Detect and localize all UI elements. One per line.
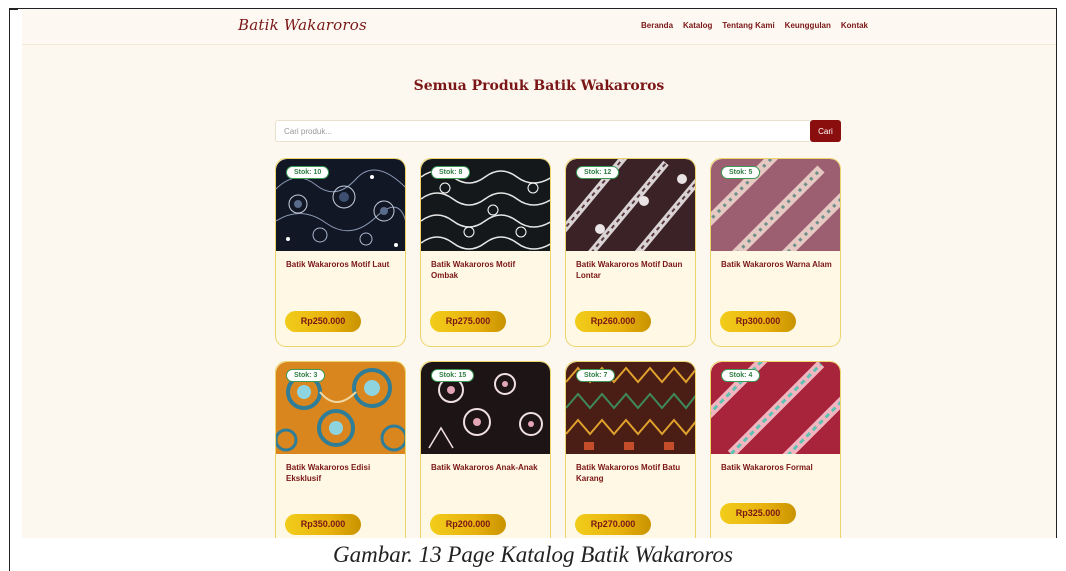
price-badge: Rp275.000 — [430, 311, 506, 332]
product-card[interactable]: Stok: 5 Batik Wakaroros Warna Alam Rp300… — [710, 158, 841, 347]
stock-badge: Stok: 4 — [721, 369, 761, 382]
nav-link-katalog[interactable]: Katalog — [683, 21, 712, 30]
price-badge: Rp200.000 — [430, 514, 506, 535]
brand-logo[interactable]: Batik Wakaroros — [238, 16, 367, 34]
product-name: Batik Wakaroros Anak-Anak — [431, 463, 538, 472]
document-frame-tick — [9, 8, 18, 10]
product-name: Batik Wakaroros Motif Laut — [286, 260, 390, 269]
product-name: Batik Wakaroros Warna Alam — [721, 260, 832, 269]
search-input[interactable] — [275, 120, 810, 142]
price-badge: Rp250.000 — [285, 311, 361, 332]
navbar: Batik Wakaroros Beranda Katalog Tentang … — [22, 9, 1056, 45]
nav-link-keunggulan[interactable]: Keunggulan — [785, 21, 831, 30]
product-card[interactable]: Stok: 12 Batik Wakaroros Motif Daun Lont… — [565, 158, 696, 347]
product-name: Batik Wakaroros Motif Ombak — [431, 260, 516, 280]
price-badge: Rp350.000 — [285, 514, 361, 535]
nav-link-beranda[interactable]: Beranda — [641, 21, 673, 30]
product-name: Batik Wakaroros Motif Batu Karang — [576, 463, 681, 483]
product-name: Batik Wakaroros Edisi Eksklusif — [286, 463, 371, 483]
price-badge: Rp270.000 — [575, 514, 651, 535]
product-card[interactable]: Stok: 8 Batik Wakaroros Motif Ombak Rp27… — [420, 158, 551, 347]
stock-badge: Stok: 3 — [286, 369, 326, 382]
product-card[interactable]: Stok: 7 Batik Wakaroros Motif Batu Karan… — [565, 361, 696, 538]
stock-badge: Stok: 10 — [286, 166, 330, 179]
product-card[interactable]: Stok: 10 Batik Wakaroros Motif Laut Rp25… — [275, 158, 406, 347]
page-title: Semua Produk Batik Wakaroros — [413, 78, 665, 94]
product-card[interactable]: Stok: 4 Batik Wakaroros Formal Rp325.000 — [710, 361, 841, 538]
price-badge: Rp325.000 — [720, 503, 796, 524]
product-grid: Stok: 10 Batik Wakaroros Motif Laut Rp25… — [275, 158, 841, 538]
stock-badge: Stok: 12 — [576, 166, 620, 179]
stock-badge: Stok: 15 — [431, 369, 475, 382]
search-button[interactable]: Cari — [810, 120, 841, 142]
nav-link-tentang-kami[interactable]: Tentang Kami — [722, 21, 774, 30]
product-name: Batik Wakaroros Formal — [721, 463, 813, 472]
product-name: Batik Wakaroros Motif Daun Lontar — [576, 260, 683, 280]
stock-badge: Stok: 7 — [576, 369, 616, 382]
catalog-page-screenshot: Batik Wakaroros Beranda Katalog Tentang … — [22, 9, 1056, 538]
product-card[interactable]: Stok: 3 Batik Wakaroros Edisi Eksklusif … — [275, 361, 406, 538]
stock-badge: Stok: 5 — [721, 166, 761, 179]
product-card[interactable]: Stok: 15 Batik Wakaroros Anak-Anak Rp200… — [420, 361, 551, 538]
document-frame-right — [1056, 8, 1057, 538]
document-frame-left — [9, 8, 10, 571]
price-badge: Rp260.000 — [575, 311, 651, 332]
nav-link-kontak[interactable]: Kontak — [841, 21, 868, 30]
stock-badge: Stok: 8 — [431, 166, 471, 179]
price-badge: Rp300.000 — [720, 311, 796, 332]
main-nav: Beranda Katalog Tentang Kami Keunggulan … — [641, 21, 878, 30]
figure-caption: Gambar. 13 Page Katalog Batik Wakaroros — [333, 542, 733, 567]
